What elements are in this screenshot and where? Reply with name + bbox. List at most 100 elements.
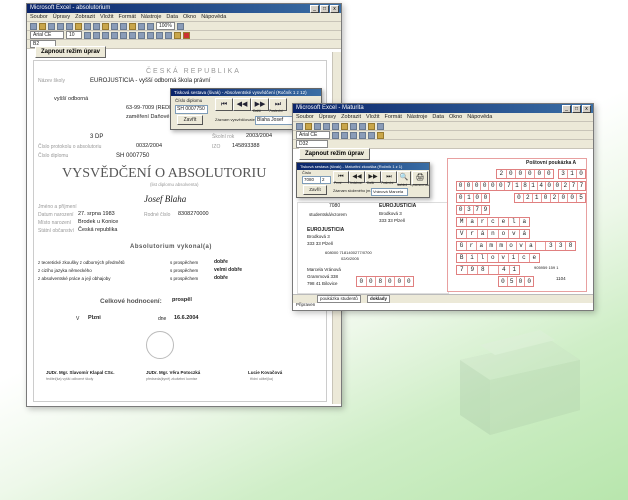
align-center-icon[interactable] (120, 31, 127, 39)
zoom-select[interactable]: 100% (156, 22, 175, 30)
excel-menu-okno[interactable]: Okno (449, 114, 462, 120)
chart-icon[interactable] (147, 22, 154, 30)
paste-icon[interactable] (102, 22, 109, 30)
cut-icon[interactable] (332, 122, 339, 130)
protect-mode-button[interactable]: Zapnout režim úprav (35, 46, 107, 58)
cert-rc: 8308270000 (178, 211, 209, 217)
menu-item-zobrazit[interactable]: Zobrazit (75, 14, 95, 20)
format-toolbar: Arial CE 10 (27, 31, 341, 40)
excel-menu-zobrazit[interactable]: Zobrazit (341, 114, 361, 120)
percent-icon[interactable] (147, 31, 154, 39)
underline-icon[interactable] (102, 31, 109, 39)
sheet-tab-poukazka[interactable]: poukázka studentů (317, 295, 361, 303)
menu-item-data[interactable]: Data (166, 14, 178, 20)
box-char: 5 (579, 194, 583, 201)
excel-menu-format[interactable]: Formát (385, 114, 402, 120)
maximize-button[interactable]: □ (320, 5, 329, 13)
menu-item-napoveda[interactable]: Nápověda (201, 14, 226, 20)
print-icon[interactable] (57, 22, 64, 30)
menu-item-nastroje[interactable]: Nástroje (141, 14, 161, 20)
box-char: 0 (483, 194, 488, 201)
paste-icon[interactable] (341, 122, 348, 130)
new-icon[interactable] (30, 22, 37, 30)
align-center-icon[interactable] (368, 131, 375, 139)
merge-icon[interactable] (138, 31, 145, 39)
preview-icon[interactable] (66, 22, 73, 30)
menu-item-upravy[interactable]: Úpravy (53, 14, 70, 20)
redo-icon[interactable] (120, 22, 127, 30)
excel-maximize-button[interactable]: □ (572, 105, 581, 113)
menu-item-vlozit[interactable]: Vložit (100, 14, 113, 20)
fill-color-icon[interactable] (377, 131, 384, 139)
excel-menu-napoveda[interactable]: Nápověda (467, 114, 492, 120)
excel-protect-mode-button[interactable]: Zapnout režim úprav (299, 148, 371, 160)
help-icon[interactable] (377, 122, 384, 130)
cert-overall-label: Celkové hodnocení: (100, 298, 162, 305)
box-char: l (478, 254, 489, 262)
dialog-prev-button[interactable]: ◀◀ (233, 98, 251, 111)
excel-font-select[interactable]: Arial CE (296, 131, 330, 139)
copy-icon[interactable] (93, 22, 100, 30)
menu-item-soubor[interactable]: Soubor (30, 14, 48, 20)
align-right-icon[interactable] (129, 31, 136, 39)
box-char: a (526, 242, 537, 250)
excel-dialog-select[interactable]: Vránová Marcela (371, 188, 408, 196)
excel-menu-nastroje[interactable]: Nástroje (407, 114, 427, 120)
font-name-select[interactable]: Arial CE (30, 31, 64, 39)
excel-report-dialog: Tisková sestava (šivak) - Maturitní zkou… (296, 162, 430, 198)
bold-icon[interactable] (332, 131, 339, 139)
open-icon[interactable] (39, 22, 46, 30)
sort-icon[interactable] (138, 22, 145, 30)
excel-dialog-field-input[interactable]: 7080 (302, 176, 321, 184)
new-icon[interactable] (296, 122, 303, 130)
open-icon[interactable] (305, 122, 312, 130)
undo-icon[interactable] (111, 22, 118, 30)
menu-item-okno[interactable]: Okno (183, 14, 196, 20)
font-color-icon[interactable] (183, 31, 190, 39)
border-icon[interactable] (165, 31, 172, 39)
spell-icon[interactable] (75, 22, 82, 30)
sheet-tab-doklady[interactable]: doklady (367, 295, 391, 303)
excel-name-box[interactable]: D32 (296, 140, 328, 148)
save-icon[interactable] (314, 122, 321, 130)
excel-dialog-close-button[interactable]: Zavřít (303, 185, 327, 195)
excel-minimize-button[interactable]: _ (562, 105, 571, 113)
dialog-close-button[interactable]: Zavřít (177, 115, 203, 125)
close-button[interactable]: x (330, 5, 339, 13)
font-size-select[interactable]: 10 (66, 31, 82, 39)
italic-icon[interactable] (341, 131, 348, 139)
box-char: 0 (559, 194, 569, 202)
box-char: 0 (546, 182, 554, 190)
italic-icon[interactable] (93, 31, 100, 39)
print-icon[interactable] (323, 122, 330, 130)
excel-menu-upravy[interactable]: Úpravy (319, 114, 336, 120)
indent-icon[interactable] (156, 31, 163, 39)
dialog-first-button[interactable]: ⏮ (215, 98, 233, 111)
excel-menu-soubor[interactable]: Soubor (296, 114, 314, 120)
excel-dialog-field2-input[interactable]: 2 (320, 176, 331, 184)
align-left-icon[interactable] (111, 31, 118, 39)
cut-icon[interactable] (84, 22, 91, 30)
align-left-icon[interactable] (359, 131, 366, 139)
minimize-button[interactable]: _ (310, 5, 319, 13)
save-icon[interactable] (48, 22, 55, 30)
cert-izo-label: IZO (212, 144, 221, 150)
bold-icon[interactable] (84, 31, 91, 39)
fill-color-icon[interactable] (174, 31, 181, 39)
undo-icon[interactable] (350, 122, 357, 130)
cert-exam-title: Absolutorium vykonal(a) (130, 244, 212, 250)
box-char (489, 266, 499, 274)
excel-dialog-printall-label: Vytisknout vše (410, 183, 430, 187)
excel-menu-data[interactable]: Data (432, 114, 444, 120)
dialog-field-input[interactable]: SH 0007750 (175, 105, 208, 114)
menu-item-format[interactable]: Formát (119, 14, 136, 20)
excel-menu-vlozit[interactable]: Vložit (366, 114, 379, 120)
help-icon[interactable] (176, 22, 184, 30)
excel-dialog-select-label: Záznam složeného jm. (333, 189, 372, 193)
sum-icon[interactable] (129, 22, 136, 30)
sum-icon[interactable] (359, 122, 366, 130)
excel-close-button[interactable]: x (582, 105, 591, 113)
underline-icon[interactable] (350, 131, 357, 139)
box-char: 8 (568, 242, 573, 249)
chart-icon[interactable] (368, 122, 375, 130)
